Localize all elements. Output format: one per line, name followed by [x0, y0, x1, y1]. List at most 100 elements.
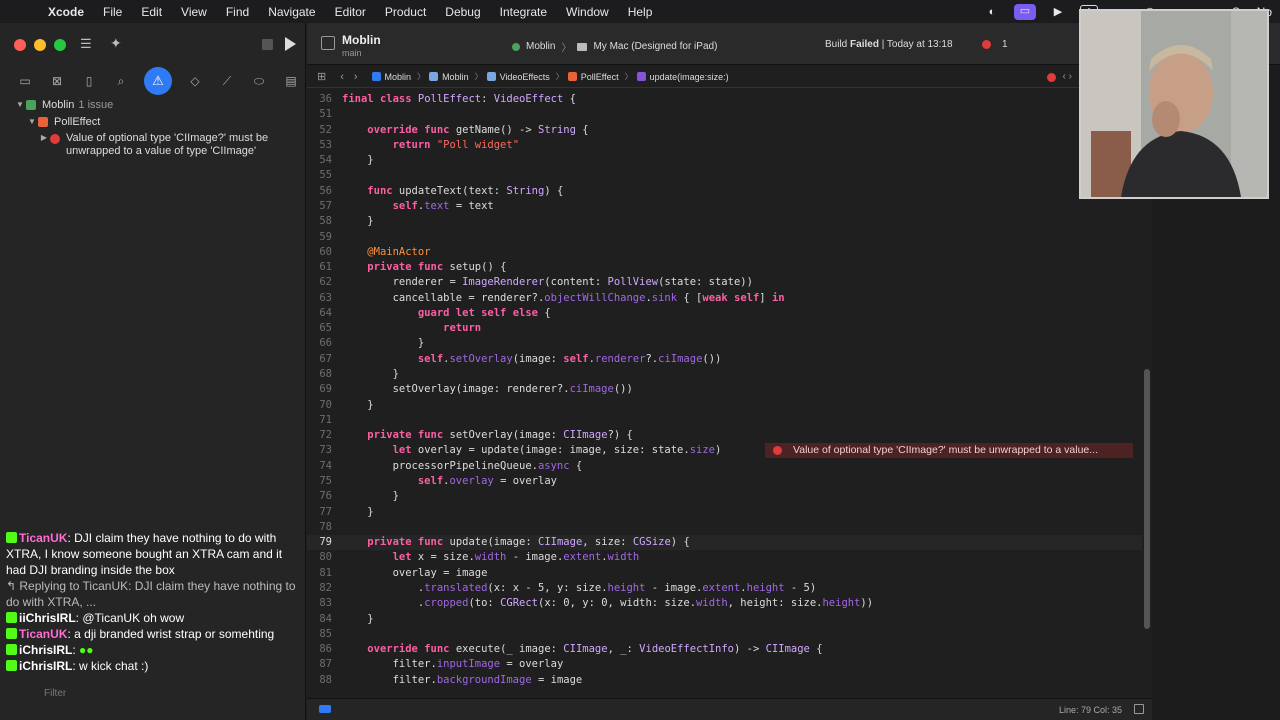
- code-text[interactable]: let x = size.width - image.extent.width: [342, 550, 640, 565]
- chevron-down-icon[interactable]: ▼: [26, 117, 38, 126]
- line-number[interactable]: 71: [307, 413, 332, 428]
- code-line[interactable]: 66 }: [307, 336, 1142, 351]
- code-text[interactable]: filter.backgroundImage = image: [342, 673, 583, 688]
- code-line[interactable]: 72 private func setOverlay(image: CIImag…: [307, 428, 1142, 443]
- menu-window[interactable]: Window: [566, 5, 609, 19]
- code-line[interactable]: 88 filter.backgroundImage = image: [307, 673, 1142, 688]
- filter-input[interactable]: Filter: [44, 688, 66, 699]
- menu-debug[interactable]: Debug: [445, 5, 480, 19]
- code-text[interactable]: private func update(image: CIImage, size…: [342, 535, 689, 550]
- line-number[interactable]: 88: [307, 673, 332, 688]
- line-number[interactable]: 55: [307, 168, 332, 183]
- code-text[interactable]: processorPipelineQueue.async {: [342, 459, 583, 474]
- code-text[interactable]: }: [342, 489, 399, 504]
- source-control-icon[interactable]: ⊠: [48, 72, 66, 90]
- screen-record-icon[interactable]: ▭: [1013, 3, 1036, 20]
- code-line[interactable]: 62 renderer = ImageRenderer(content: Pol…: [307, 275, 1142, 290]
- error-count-badge[interactable]: 1: [982, 39, 1008, 50]
- menu-editor[interactable]: Editor: [335, 5, 366, 19]
- code-text[interactable]: filter.inputImage = overlay: [342, 657, 564, 672]
- code-line[interactable]: 51: [307, 107, 1142, 122]
- code-text[interactable]: .translated(x: x - 5, y: size.height - i…: [342, 581, 816, 596]
- code-text[interactable]: return "Poll widget": [342, 138, 519, 153]
- breadcrumb-item[interactable]: Moblin 〉: [371, 71, 425, 82]
- menu-view[interactable]: View: [181, 5, 207, 19]
- line-number[interactable]: 80: [307, 550, 332, 565]
- line-number[interactable]: 69: [307, 382, 332, 397]
- line-number[interactable]: 68: [307, 367, 332, 382]
- code-line[interactable]: 78: [307, 520, 1142, 535]
- code-line[interactable]: 87 filter.inputImage = overlay: [307, 657, 1142, 672]
- line-number[interactable]: 65: [307, 321, 332, 336]
- code-text[interactable]: }: [342, 505, 373, 520]
- code-text[interactable]: }: [342, 153, 373, 168]
- code-line[interactable]: 73 let overlay = update(image: image, si…: [307, 443, 1142, 459]
- code-line[interactable]: 68 }: [307, 367, 1142, 382]
- menu-find[interactable]: Find: [226, 5, 249, 19]
- line-number[interactable]: 52: [307, 123, 332, 138]
- report-navigator-icon[interactable]: ▤: [282, 72, 300, 90]
- code-text[interactable]: private func setOverlay(image: CIImage?)…: [342, 428, 633, 443]
- code-text[interactable]: @MainActor: [342, 245, 430, 260]
- code-line[interactable]: 82 .translated(x: x - 5, y: size.height …: [307, 581, 1142, 596]
- line-number[interactable]: 78: [307, 520, 332, 535]
- code-line[interactable]: 63 cancellable = renderer?.objectWillCha…: [307, 291, 1142, 306]
- code-text[interactable]: }: [342, 214, 373, 229]
- code-line[interactable]: 79 private func update(image: CIImage, s…: [307, 535, 1142, 551]
- find-icon[interactable]: ⌕: [112, 72, 130, 90]
- line-number[interactable]: 79: [307, 535, 332, 550]
- code-text[interactable]: }: [342, 367, 399, 382]
- line-number[interactable]: 85: [307, 627, 332, 642]
- debug-navigator-icon[interactable]: ⟋: [218, 72, 236, 90]
- branch-name[interactable]: main: [342, 48, 362, 58]
- line-number[interactable]: 64: [307, 306, 332, 321]
- line-number[interactable]: 56: [307, 184, 332, 199]
- breakpoint-navigator-icon[interactable]: ⬭: [250, 72, 268, 90]
- code-line[interactable]: 67 self.setOverlay(image: self.renderer?…: [307, 352, 1142, 367]
- code-line[interactable]: 55: [307, 168, 1142, 183]
- destination-name[interactable]: My Mac (Designed for iPad): [593, 41, 717, 52]
- tree-row-project[interactable]: ▼ Moblin 1 issue: [0, 96, 305, 113]
- code-text[interactable]: override func execute(_ image: CIImage, …: [342, 642, 822, 657]
- code-text[interactable]: setOverlay(image: renderer?.ciImage()): [342, 382, 633, 397]
- breadcrumb-item[interactable]: VideoEffects 〉: [486, 71, 564, 82]
- line-number[interactable]: 61: [307, 260, 332, 275]
- line-number[interactable]: 66: [307, 336, 332, 351]
- code-line[interactable]: 69 setOverlay(image: renderer?.ciImage()…: [307, 382, 1142, 397]
- line-number[interactable]: 53: [307, 138, 332, 153]
- stop-button[interactable]: [262, 39, 273, 50]
- error-icon[interactable]: [1047, 73, 1056, 82]
- line-number[interactable]: 86: [307, 642, 332, 657]
- issue-navigator-icon[interactable]: ⚠: [144, 67, 172, 95]
- sidebar-toggle-icon[interactable]: ☰: [80, 36, 98, 52]
- related-items-icon[interactable]: ⊞: [317, 70, 326, 83]
- line-number[interactable]: 74: [307, 459, 332, 474]
- code-line[interactable]: 52 override func getName() -> String {: [307, 123, 1142, 138]
- code-text[interactable]: let overlay = update(image: image, size:…: [342, 443, 722, 458]
- line-number[interactable]: 57: [307, 199, 332, 214]
- line-number[interactable]: 70: [307, 398, 332, 413]
- breadcrumb-item[interactable]: update(image:size:): [636, 72, 729, 82]
- minimize-window-button[interactable]: [34, 39, 46, 51]
- line-number[interactable]: 62: [307, 275, 332, 290]
- line-number[interactable]: 73: [307, 443, 332, 458]
- line-number[interactable]: 75: [307, 474, 332, 489]
- line-number[interactable]: 36: [307, 92, 332, 107]
- code-line[interactable]: 61 private func setup() {: [307, 260, 1142, 275]
- code-line[interactable]: 64 guard let self else {: [307, 306, 1142, 321]
- debug-area-icon[interactable]: [319, 705, 331, 713]
- tree-row-error[interactable]: ▶ Value of optional type 'CIImage?' must…: [0, 130, 305, 162]
- sparkle-icon[interactable]: ✦: [110, 35, 122, 52]
- breadcrumb-item[interactable]: Moblin 〉: [429, 71, 483, 82]
- menu-file[interactable]: File: [103, 5, 122, 19]
- scheme-selector[interactable]: Moblin 〉 My Mac (Designed for iPad): [512, 39, 717, 54]
- code-text[interactable]: self.setOverlay(image: self.renderer?.ci…: [342, 352, 722, 367]
- prev-next-issue-icon[interactable]: ‹ ›: [1063, 71, 1072, 82]
- line-number[interactable]: 67: [307, 352, 332, 367]
- menu-integrate[interactable]: Integrate: [500, 5, 547, 19]
- code-line[interactable]: 86 override func execute(_ image: CIImag…: [307, 642, 1142, 657]
- code-line[interactable]: 65 return: [307, 321, 1142, 336]
- code-text[interactable]: guard let self else {: [342, 306, 551, 321]
- code-text[interactable]: }: [342, 336, 424, 351]
- code-line[interactable]: 74 processorPipelineQueue.async {: [307, 459, 1142, 474]
